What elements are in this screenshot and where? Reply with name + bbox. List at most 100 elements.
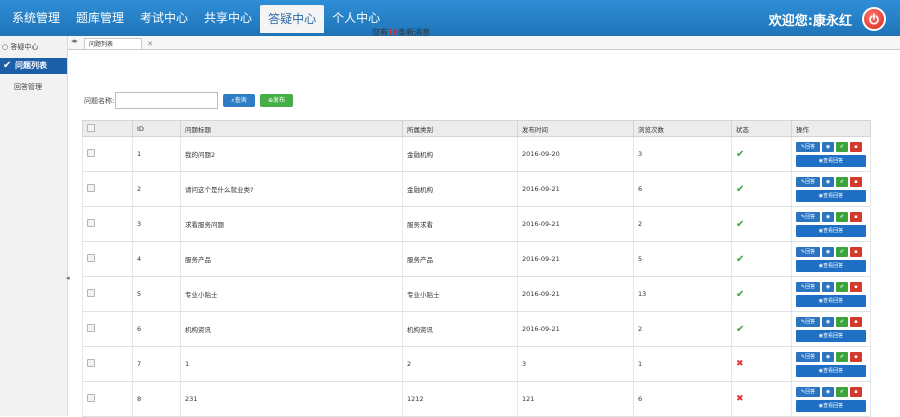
answer-button[interactable]: ✎回答 (796, 351, 820, 362)
cell-title: 机构资讯 (180, 311, 403, 347)
answer-button[interactable]: ✎回答 (796, 246, 820, 257)
delete-button[interactable]: ▪ (850, 281, 862, 292)
trash-icon: ▪ (854, 318, 858, 325)
query-button[interactable]: ⌕查询 (223, 94, 255, 107)
view-button[interactable]: ◉ (822, 281, 834, 292)
answer-button[interactable]: ✎回答 (796, 176, 820, 187)
view-button[interactable]: ◉ (822, 386, 834, 397)
trash-icon: ▪ (854, 388, 858, 395)
edit-button[interactable]: ✐ (836, 281, 848, 292)
view-button[interactable]: ◉ (822, 141, 834, 152)
nav-system-management[interactable]: 系统管理 (4, 3, 68, 33)
answer-button[interactable]: ✎回答 (796, 141, 820, 152)
question-name-input[interactable] (115, 92, 218, 109)
view-answer-button[interactable]: ◉查看回答 (796, 294, 866, 307)
row-select-cell (82, 136, 133, 172)
row-checkbox[interactable] (87, 219, 95, 227)
view-answer-button[interactable]: ◉查看回答 (796, 329, 866, 342)
sidebar-item-answer-management[interactable]: 回答管理 (14, 82, 42, 92)
row-checkbox[interactable] (87, 149, 95, 157)
column-header-title[interactable]: 问题标题 (180, 120, 403, 137)
delete-button[interactable]: ▪ (850, 141, 862, 152)
column-header-date[interactable]: 发布时间 (517, 120, 634, 137)
view-answer-button[interactable]: ◉查看回答 (796, 259, 866, 272)
answer-button[interactable]: ✎回答 (796, 211, 820, 222)
view-button[interactable]: ◉ (822, 316, 834, 327)
check-icon: ✔ (736, 148, 745, 160)
sidebar-collapse-icon[interactable]: ◂ (66, 274, 70, 282)
cell-date: 2016-09-21 (517, 206, 634, 242)
edit-button[interactable]: ✐ (836, 141, 848, 152)
check-icon: ✔ (736, 183, 745, 195)
view-answer-button[interactable]: ◉查看回答 (796, 364, 866, 377)
row-select-cell (82, 171, 133, 207)
view-answer-button-label: 查看回答 (823, 262, 844, 269)
answer-button[interactable]: ✎回答 (796, 281, 820, 292)
edit-button[interactable]: ✐ (836, 246, 848, 257)
row-select-cell (82, 381, 133, 417)
answer-button[interactable]: ✎回答 (796, 386, 820, 397)
nav-question-bank[interactable]: 题库管理 (68, 3, 132, 33)
delete-button[interactable]: ▪ (850, 176, 862, 187)
power-icon (869, 13, 879, 25)
delete-button[interactable]: ▪ (850, 316, 862, 327)
view-answer-button[interactable]: ◉查看回答 (796, 154, 866, 167)
cell-status: ✔ (731, 136, 792, 172)
table-row: 5 专业小贴士 专业小贴士 2016-09-21 13 ✔ ✎回答 ◉ ✐ ▪ ◉查看回答 (82, 276, 871, 312)
column-header-category[interactable]: 所属类别 (402, 120, 518, 137)
row-checkbox[interactable] (87, 254, 95, 262)
tab-question-list[interactable]: 问题列表 ✕ (84, 38, 153, 49)
cell-views: 13 (633, 276, 732, 312)
delete-button[interactable]: ▪ (850, 246, 862, 257)
delete-button[interactable]: ▪ (850, 386, 862, 397)
column-header-status[interactable]: 状态 (731, 120, 792, 137)
row-checkbox[interactable] (87, 359, 95, 367)
edit-button[interactable]: ✐ (836, 386, 848, 397)
cell-title: 请问这个是什么就业类? (180, 171, 403, 207)
pencil-icon: ✐ (839, 318, 845, 325)
welcome-text: 欢迎您:康永红 (768, 14, 852, 29)
nav-exam-center[interactable]: 考试中心 (132, 3, 196, 33)
nav-qa-center[interactable]: 答疑中心 (260, 5, 325, 33)
view-answer-button-label: 查看回答 (823, 402, 844, 409)
select-all-checkbox[interactable] (87, 123, 95, 132)
cell-id: 3 (132, 206, 181, 242)
delete-button[interactable]: ▪ (850, 211, 862, 222)
view-button[interactable]: ◉ (822, 246, 834, 257)
cell-date: 3 (517, 346, 634, 382)
cell-status: ✖ (731, 381, 792, 417)
delete-button[interactable]: ▪ (850, 351, 862, 362)
search-label: 问题名称: (84, 97, 115, 105)
edit-button[interactable]: ✐ (836, 211, 848, 222)
edit-button[interactable]: ✐ (836, 351, 848, 362)
view-button[interactable]: ◉ (822, 211, 834, 222)
cell-category: 2 (402, 346, 518, 382)
row-checkbox[interactable] (87, 184, 95, 192)
view-answer-button[interactable]: ◉查看回答 (796, 189, 866, 202)
row-checkbox[interactable] (87, 289, 95, 297)
tab-scroll-left-icon[interactable]: ◂▸ (71, 37, 78, 45)
row-actions: ✎回答 ◉ ✐ ▪ ◉查看回答 (796, 316, 866, 342)
row-select-cell (82, 276, 133, 312)
view-button[interactable]: ◉ (822, 351, 834, 362)
row-checkbox[interactable] (87, 394, 95, 402)
answer-button[interactable]: ✎回答 (796, 316, 820, 327)
column-header-views[interactable]: 浏览次数 (633, 120, 732, 137)
edit-button[interactable]: ✐ (836, 176, 848, 187)
edit-button[interactable]: ✐ (836, 316, 848, 327)
table-header-row: ID 问题标题 所属类别 发布时间 浏览次数 状态 操作 (82, 120, 871, 137)
cell-category: 专业小贴士 (402, 276, 518, 312)
view-answer-button[interactable]: ◉查看回答 (796, 224, 866, 237)
column-header-id[interactable]: ID (132, 120, 181, 137)
sidebar-item-question-list[interactable]: ✔ 问题列表 (0, 58, 67, 74)
publish-button[interactable]: ⊕发布 (260, 94, 293, 107)
close-icon[interactable]: ✕ (147, 39, 153, 50)
view-button[interactable]: ◉ (822, 176, 834, 187)
answer-button-label: 回答 (805, 318, 816, 325)
nav-share-center[interactable]: 共享中心 (196, 3, 260, 33)
row-checkbox[interactable] (87, 324, 95, 332)
view-answer-button[interactable]: ◉查看回答 (796, 399, 866, 412)
logout-button[interactable] (862, 7, 886, 31)
table-body: 1 我的问题2 金融机构 2016-09-20 3 ✔ ✎回答 ◉ ✐ ▪ ◉查看回答 2 请问这个是什… (82, 136, 871, 417)
view-answer-button-label: 查看回答 (823, 192, 844, 199)
